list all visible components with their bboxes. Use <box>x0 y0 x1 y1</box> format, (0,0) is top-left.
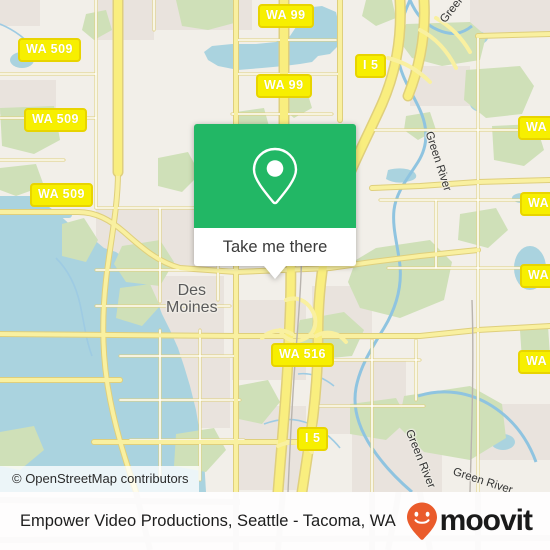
footer-bar: Empower Video Productions, Seattle - Tac… <box>0 492 550 550</box>
road-shield-wa-right-1[interactable]: WA <box>518 116 550 140</box>
take-me-there-button[interactable]: Take me there <box>194 228 356 266</box>
road-shield-wa-516[interactable]: WA 516 <box>271 343 335 367</box>
map-pin-icon <box>252 147 298 205</box>
callout-pointer <box>264 266 286 279</box>
map-screenshot-page: Des Moines Green River Green River Green… <box>0 0 550 550</box>
road-shield-wa-right-2[interactable]: WA <box>520 192 550 216</box>
city-label-des-moines: Des Moines <box>166 282 218 316</box>
moovit-logo[interactable]: moovit <box>405 501 533 541</box>
take-me-there-label: Take me there <box>222 237 328 256</box>
road-shield-wa-right-3[interactable]: WA <box>520 264 550 288</box>
location-callout-card[interactable]: Take me there <box>194 124 356 279</box>
road-shield-i-5-south[interactable]: I 5 <box>297 427 329 451</box>
road-shield-wa-99-north[interactable]: WA 99 <box>258 4 314 28</box>
callout-icon-panel <box>194 124 356 228</box>
road-shield-wa-509-north[interactable]: WA 509 <box>18 38 82 62</box>
osm-attribution[interactable]: © OpenStreetMap contributors <box>0 466 199 492</box>
map-canvas[interactable]: Des Moines Green River Green River Green… <box>0 0 550 492</box>
place-title: Empower Video Productions, Seattle - Tac… <box>20 511 396 530</box>
road-shield-wa-right-4[interactable]: WA <box>518 350 550 374</box>
moovit-wordmark: moovit <box>439 504 533 537</box>
road-shield-wa-509-mid[interactable]: WA 509 <box>24 108 88 132</box>
road-shield-wa-99-mid[interactable]: WA 99 <box>256 74 312 98</box>
road-shield-wa-509-south[interactable]: WA 509 <box>30 183 94 207</box>
moovit-smiley-pin-icon <box>406 502 437 540</box>
road-shield-i-5-north[interactable]: I 5 <box>355 54 387 78</box>
